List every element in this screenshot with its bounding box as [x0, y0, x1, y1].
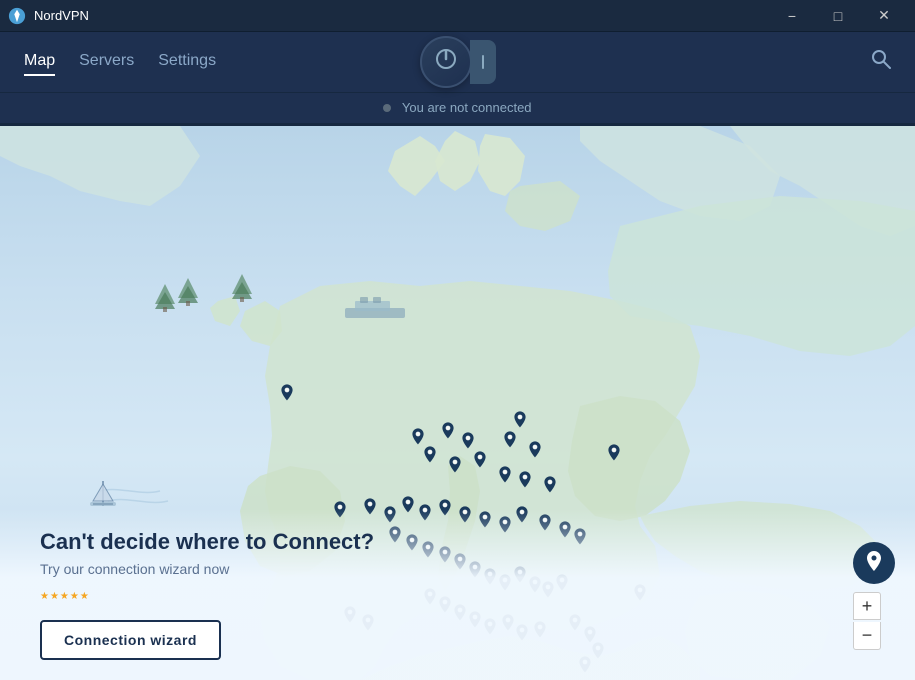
nav-tabs: Map Servers Settings — [24, 48, 216, 76]
zoom-in-button[interactable]: + — [853, 592, 881, 620]
power-button[interactable] — [420, 36, 472, 88]
promo-title: Can't decide where to Connect? — [40, 529, 885, 555]
map-pin[interactable] — [542, 476, 558, 501]
promo-overlay: Can't decide where to Connect? Try our c… — [0, 509, 915, 680]
close-button[interactable]: ✕ — [861, 0, 907, 32]
map-area[interactable]: Can't decide where to Connect? Try our c… — [0, 126, 915, 680]
zoom-controls: + − — [853, 542, 895, 650]
nav-bar: Map Servers Settings — [0, 32, 915, 92]
zoom-out-button[interactable]: − — [853, 622, 881, 650]
zoom-pin-indicator — [853, 542, 895, 584]
app-title: NordVPN — [34, 8, 89, 23]
app-logo-icon — [8, 7, 26, 25]
search-button[interactable] — [871, 49, 891, 75]
rating-stars: ★★★★★ — [40, 591, 885, 602]
map-pin[interactable] — [279, 384, 295, 409]
map-pin[interactable] — [472, 451, 488, 476]
tab-settings[interactable]: Settings — [158, 48, 216, 76]
map-pin[interactable] — [606, 444, 622, 469]
tab-map[interactable]: Map — [24, 48, 55, 76]
title-bar-left: NordVPN — [8, 7, 89, 25]
promo-subtitle: Try our connection wizard now — [40, 561, 885, 577]
minimize-button[interactable]: − — [769, 0, 815, 32]
map-pin[interactable] — [502, 431, 518, 456]
tab-servers[interactable]: Servers — [79, 48, 134, 76]
map-pin[interactable] — [527, 441, 543, 466]
search-icon — [871, 49, 891, 69]
map-pin[interactable] — [497, 466, 513, 491]
map-pin[interactable] — [517, 471, 533, 496]
location-pin-icon — [864, 551, 884, 575]
title-bar: NordVPN − □ ✕ — [0, 0, 915, 32]
map-pin[interactable] — [440, 422, 456, 447]
window-controls: − □ ✕ — [769, 0, 907, 32]
status-dot — [383, 104, 391, 112]
power-icon — [434, 47, 458, 77]
map-pin[interactable] — [422, 446, 438, 471]
status-bar: You are not connected — [0, 92, 915, 126]
connection-wizard-button[interactable]: Connection wizard — [40, 620, 221, 660]
power-toggle[interactable] — [420, 36, 496, 88]
power-slider — [470, 40, 496, 84]
status-text: You are not connected — [402, 100, 532, 115]
maximize-button[interactable]: □ — [815, 0, 861, 32]
map-pin[interactable] — [447, 456, 463, 481]
